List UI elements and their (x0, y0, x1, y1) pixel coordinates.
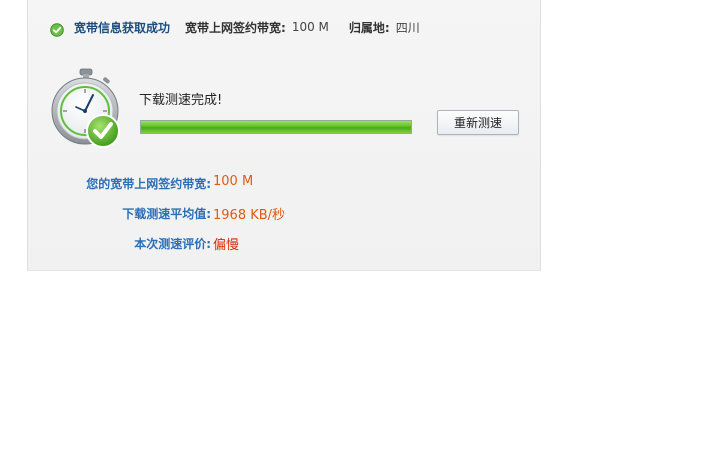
contract-bandwidth-value: 100 M (213, 174, 254, 189)
check-circle-icon (50, 23, 64, 37)
speed-test-panel: 宽带信息获取成功 宽带上网签约带宽: 100 M 归属地: 四川 下载测速完成!… (27, 0, 541, 271)
retest-button[interactable]: 重新测速 (437, 110, 519, 135)
average-speed-value: 1968 KB/秒 (213, 208, 286, 223)
bandwidth-key: 宽带上网签约带宽: (185, 20, 286, 35)
contract-bandwidth-label: 您的宽带上网签约带宽: (86, 176, 211, 191)
location-key: 归属地: (348, 20, 390, 35)
result-row-contract: 您的宽带上网签约带宽: (86, 174, 211, 192)
bandwidth-value: 100 M (291, 20, 329, 34)
average-speed-label: 下载测速平均值: (122, 206, 211, 221)
download-progress-bar (140, 120, 412, 134)
result-row-average: 下载测速平均值: (122, 204, 211, 222)
info-status-text: 宽带信息获取成功 (74, 20, 171, 35)
broadband-info-line: 宽带信息获取成功 宽带上网签约带宽: 100 M 归属地: 四川 (50, 18, 440, 37)
download-progress-fill (141, 121, 411, 133)
speed-rating-label: 本次测速评价: (134, 236, 211, 251)
speed-rating-value: 偏慢 (213, 238, 240, 253)
stopwatch-icon (51, 68, 120, 148)
download-status-text: 下载测速完成! (139, 93, 223, 108)
location-value: 四川 (395, 20, 420, 35)
result-row-rating: 本次测速评价: (134, 234, 211, 252)
